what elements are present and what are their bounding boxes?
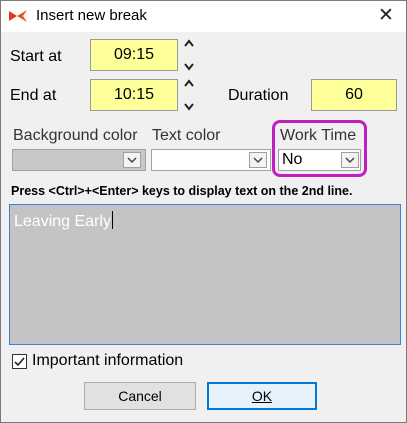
duration-field[interactable]: 60 [311,79,397,111]
start-time-spinner[interactable] [182,36,196,74]
chevron-down-icon [184,63,194,71]
dropdown-button[interactable] [249,152,267,168]
work-time-value: No [282,151,303,168]
text-color-select[interactable] [151,149,271,171]
chevron-down-icon [127,157,137,164]
background-color-label: Background color [13,127,138,144]
cancel-button[interactable]: Cancel [84,382,196,410]
dropdown-button[interactable] [123,152,141,168]
duration-label: Duration [228,87,289,104]
start-time-field[interactable]: 09:15 [90,39,178,71]
chevron-up-icon [184,39,194,47]
chevron-down-icon [253,157,263,164]
close-icon[interactable]: ✕ [373,5,399,27]
ok-button[interactable]: OK [207,382,317,410]
text-color-label: Text color [152,127,221,144]
app-icon [9,10,27,22]
title-bar: Insert new break ✕ [1,1,406,32]
work-time-label: Work Time [280,127,357,144]
background-color-select[interactable] [12,149,146,171]
work-time-select[interactable]: No [278,149,361,171]
end-time-field[interactable]: 10:15 [90,79,178,111]
dropdown-button[interactable] [341,152,359,168]
chevron-up-icon [184,79,194,87]
break-text-input[interactable]: Leaving Early [9,204,401,345]
chevron-down-icon [345,157,355,164]
end-at-label: End at [10,87,57,104]
window-title: Insert new break [36,7,147,24]
checkmark-icon [14,357,25,367]
chevron-down-icon [184,103,194,111]
insert-break-dialog: Insert new break ✕ Start at 09:15 End at… [0,0,407,423]
end-time-spinner[interactable] [182,76,196,114]
multiline-hint: Press <Ctrl>+<Enter> keys to display tex… [11,184,353,198]
text-caret [111,211,113,229]
start-at-label: Start at [10,48,62,65]
break-text-value: Leaving Early [14,213,111,230]
important-checkbox[interactable] [12,354,27,369]
ok-button-label: OK [251,388,273,404]
important-label: Important information [32,352,184,369]
